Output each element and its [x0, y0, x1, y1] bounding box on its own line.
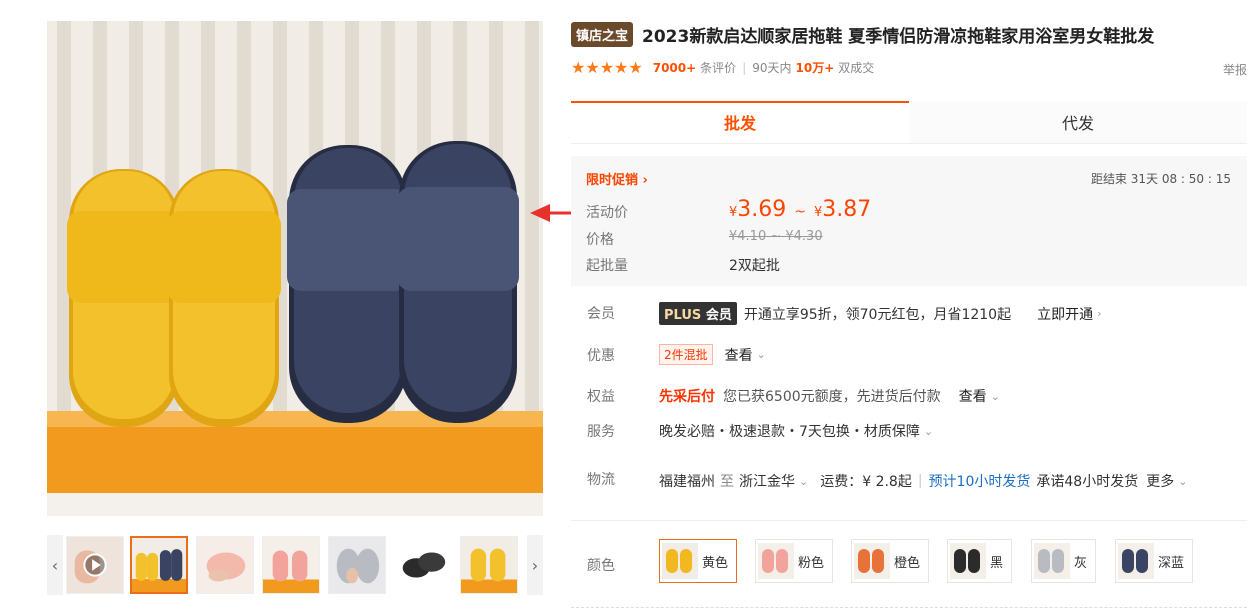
sales-period: 90天内: [752, 61, 792, 75]
to-word: 至: [720, 474, 734, 490]
promo-price-box: 限时促销 › 距结束 31天 08 : 50 : 15 活动价 ¥3.69 ~ ¥3…: [571, 156, 1247, 286]
thumbnail-gray-feet[interactable]: [328, 536, 386, 594]
color-label: 颜色: [587, 558, 615, 574]
service-guarantees: 晚发必赔・极速退款・7天包换・材质保障: [659, 424, 920, 440]
member-open-link[interactable]: 立即开通: [1037, 304, 1093, 324]
price-label: 价格: [586, 232, 614, 248]
member-badge-text: 会员: [705, 308, 732, 323]
swatch-navy: [1118, 543, 1154, 579]
swatch-black: [950, 543, 986, 579]
color-option-orange[interactable]: 橙色: [851, 539, 930, 583]
promo-countdown: 距结束 31天 08 : 50 : 15: [1090, 172, 1231, 186]
thumbnail-next-button[interactable]: ›: [527, 535, 543, 595]
thumbnail-strip: ‹ ›: [47, 535, 543, 595]
active-price-low: 3.69: [737, 197, 787, 222]
sales-count: 10万+: [795, 61, 835, 75]
shipping-fee: 运费：¥ 2.8起: [820, 474, 912, 490]
rights-view-link[interactable]: 查看: [959, 386, 987, 406]
discount-view-link[interactable]: 查看: [725, 345, 753, 365]
mixed-batch-tag: 2件混批: [659, 344, 713, 365]
swatch-gray: [1034, 543, 1070, 579]
member-row: PLUS 会员 开通立享95折，领70元红包，月省1210起 立即开通 ›: [659, 302, 1102, 325]
thumbnail-pink-pair[interactable]: [262, 536, 320, 594]
estimated-ship-time[interactable]: 预计10小时发货: [929, 471, 1031, 491]
chevron-right-icon: ›: [1097, 307, 1102, 320]
product-title: 2023新款启达顺家居拖鞋 夏季情侣防滑凉拖鞋家用浴室男女鞋批发: [642, 27, 1155, 47]
chevron-down-icon: ⌄: [756, 348, 766, 361]
moq-value: 2双起批: [729, 258, 780, 274]
thumbnail-black-pair[interactable]: [394, 536, 452, 594]
ship-to-select[interactable]: 浙江金华: [739, 471, 795, 491]
color-option-gray[interactable]: 灰: [1031, 539, 1097, 583]
thumbnail-video[interactable]: [66, 536, 124, 594]
chevron-down-icon: ⌄: [990, 389, 1000, 403]
color-option-navy[interactable]: 深蓝: [1115, 539, 1194, 583]
member-offer-text: 开通立享95折，领70元红包，月省1210起: [743, 306, 1012, 323]
logistics-row: 福建福州 至 浙江金华 ⌄ 运费：¥ 2.8起 | 预计10小时发货 承诺48小…: [659, 471, 1187, 491]
chevron-down-icon: ⌄: [923, 424, 934, 438]
ship-promise: 承诺48小时发货: [1036, 474, 1139, 490]
promo-title-link[interactable]: 限时促销 ›: [586, 169, 648, 188]
chevron-down-icon: ⌄: [799, 474, 809, 488]
swatch-yellow: [662, 543, 698, 579]
section-divider: [571, 607, 1247, 608]
review-label: 条评价: [700, 61, 737, 75]
discount-label: 优惠: [587, 348, 615, 364]
color-name: 灰: [1074, 555, 1088, 571]
plus-member-badge: PLUS 会员: [659, 302, 737, 325]
logistics-label: 物流: [587, 472, 615, 488]
plus-text: PLUS: [664, 308, 702, 323]
color-name: 黑: [990, 555, 1004, 571]
sales-label: 双成交: [838, 61, 875, 75]
title-row: 镇店之宝 2023新款启达顺家居拖鞋 夏季情侣防滑凉拖鞋家用浴室男女鞋批发: [571, 22, 1154, 47]
color-option-black[interactable]: 黑: [947, 539, 1013, 583]
active-price-label: 活动价: [586, 205, 628, 221]
swatch-pink: [758, 543, 794, 579]
active-price-high: 3.87: [822, 197, 872, 222]
tab-wholesale[interactable]: 批发: [571, 101, 909, 143]
rights-label: 权益: [587, 389, 615, 405]
divider: |: [742, 60, 747, 75]
color-option-pink[interactable]: 粉色: [755, 539, 834, 583]
color-name: 粉色: [798, 555, 825, 571]
color-name: 黄色: [702, 555, 729, 571]
discount-row: 2件混批 查看 ⌄: [659, 344, 766, 365]
shop-badge: 镇店之宝: [571, 22, 634, 47]
pay-later-label: 先采后付: [659, 389, 715, 405]
rating-row: ★★★★★ 7000+ 条评价 | 90天内 10万+ 双成交: [571, 58, 874, 77]
moq-label: 起批量: [586, 258, 628, 274]
service-row[interactable]: 晚发必赔・极速退款・7天包换・材质保障 ⌄: [659, 421, 933, 441]
original-price: ¥4.10 ~ ¥4.30: [729, 229, 823, 244]
color-name: 橙色: [894, 555, 921, 571]
divider: |: [917, 473, 923, 489]
pay-later-text: 您已获6500元额度，先进货后付款: [723, 389, 941, 405]
swatch-orange: [854, 543, 890, 579]
thumbnail-pink-hand[interactable]: [196, 536, 254, 594]
chevron-down-icon: ⌄: [1178, 474, 1188, 488]
color-name: 深蓝: [1158, 555, 1185, 571]
member-label: 会员: [587, 306, 615, 322]
range-separator: ~: [794, 204, 806, 220]
rating-stars-icon: ★★★★★: [571, 58, 643, 77]
ship-from: 福建福州: [659, 474, 715, 490]
rights-row: 先采后付 您已获6500元额度，先进货后付款 查看 ⌄: [659, 386, 1000, 406]
section-divider: [571, 520, 1247, 521]
service-label: 服务: [587, 424, 615, 440]
logistics-more-link[interactable]: 更多: [1146, 471, 1174, 491]
thumbnail-yellow-pair[interactable]: [460, 536, 518, 594]
review-count[interactable]: 7000+: [653, 61, 696, 75]
color-option-yellow[interactable]: 黄色: [659, 539, 738, 583]
tab-dropship[interactable]: 代发: [909, 101, 1247, 143]
purchase-mode-tabs: 批发 代发: [571, 101, 1247, 144]
main-product-image[interactable]: [47, 21, 543, 516]
thumbnail-prev-button[interactable]: ‹: [47, 535, 63, 595]
report-link[interactable]: 举报: [1223, 61, 1247, 78]
active-price-range: ¥3.69 ~ ¥3.87: [729, 197, 871, 222]
thumbnail-yellow-navy[interactable]: [130, 536, 188, 594]
